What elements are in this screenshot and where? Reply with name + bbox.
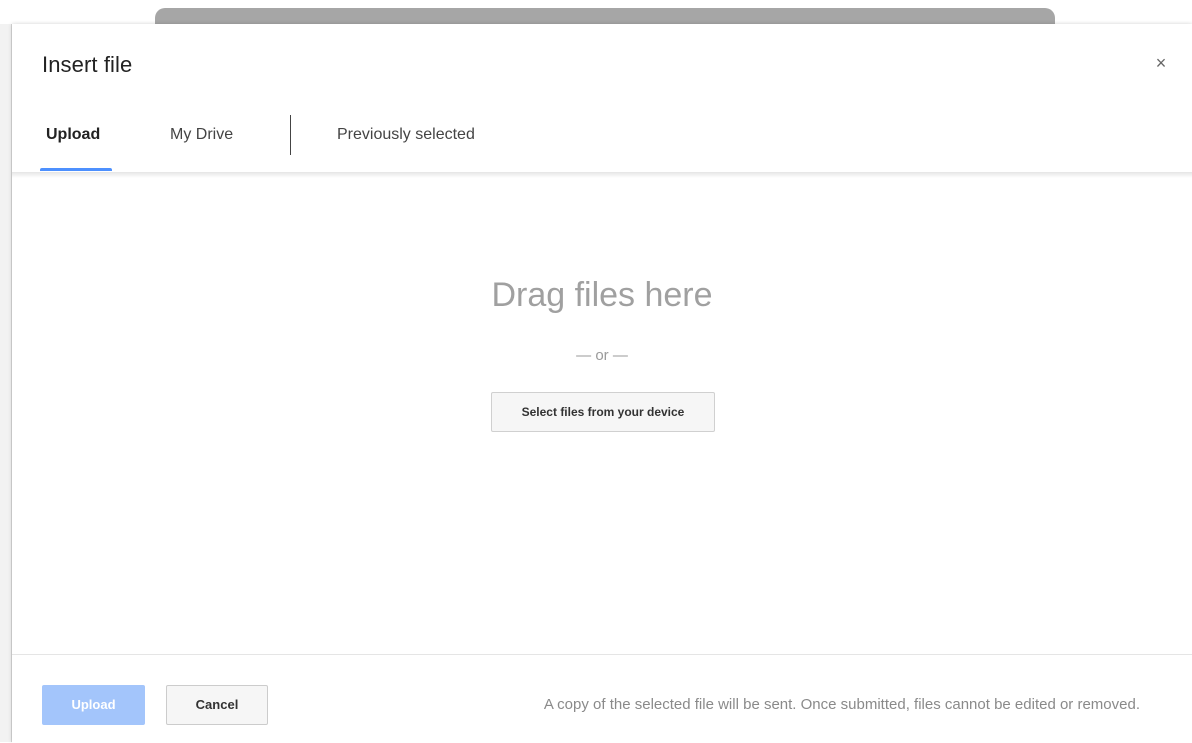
tab-my-drive[interactable]: My Drive: [170, 112, 233, 172]
dialog-footer: Upload Cancel A copy of the selected fil…: [12, 654, 1192, 743]
footer-note: A copy of the selected file will be sent…: [543, 696, 1140, 713]
close-icon[interactable]: ×: [1150, 52, 1172, 74]
upload-button[interactable]: Upload: [42, 685, 145, 725]
insert-file-dialog: Insert file × Upload My Drive Previously…: [12, 24, 1192, 743]
tab-divider: [290, 115, 291, 155]
tab-previously-selected[interactable]: Previously selected: [337, 112, 475, 172]
active-tab-indicator: [40, 168, 112, 171]
dialog-header: Insert file × Upload My Drive Previously…: [12, 24, 1192, 172]
drop-zone[interactable]: Drag files here — or — Select files from…: [12, 172, 1192, 654]
tab-upload[interactable]: Upload: [46, 112, 100, 172]
dialog-title: Insert file: [42, 52, 133, 77]
tab-bar: Upload My Drive Previously selected: [12, 112, 1192, 172]
drag-files-heading: Drag files here: [491, 276, 713, 314]
cancel-button[interactable]: Cancel: [166, 685, 268, 725]
select-files-button[interactable]: Select files from your device: [491, 392, 715, 432]
or-separator: — or —: [576, 347, 628, 364]
background-page-edge: [0, 24, 12, 742]
